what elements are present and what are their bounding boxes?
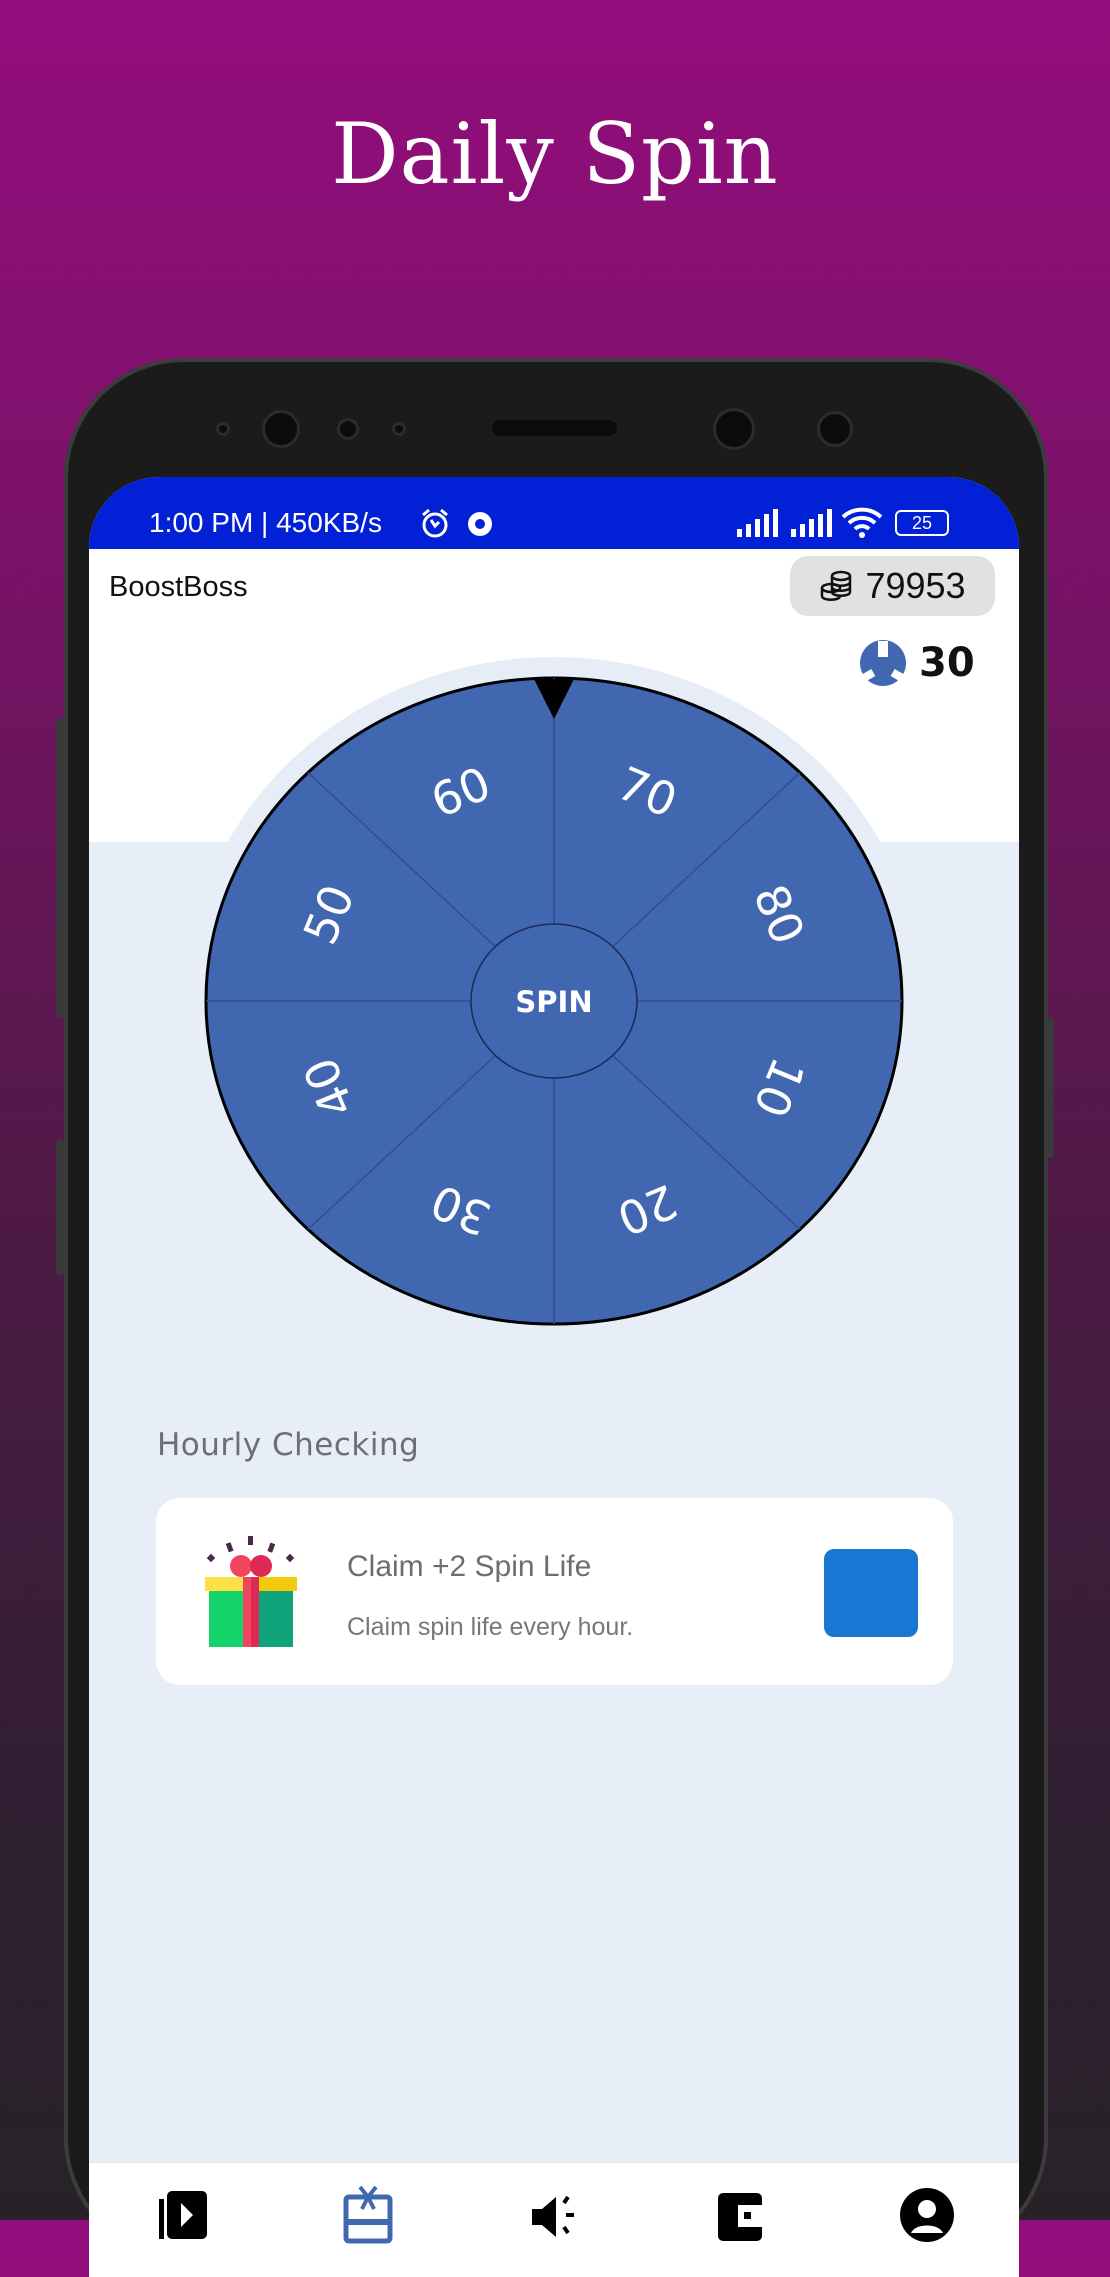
hourly-claim-card: Claim +2 Spin Life Claim spin life every… xyxy=(156,1498,953,1685)
sensor xyxy=(817,411,853,447)
nav-rewards[interactable] xyxy=(338,2185,398,2245)
app-screen: 1:00 PM | 450KB/s 25 BoostBoss 79953 30 … xyxy=(89,477,1019,2277)
wallet-icon xyxy=(718,2193,762,2241)
phone-side-button xyxy=(56,718,64,1018)
sensor xyxy=(216,422,230,436)
spin-wheel[interactable]: 7080102030405060 SPIN xyxy=(89,477,1019,1437)
nav-videos[interactable] xyxy=(153,2185,213,2245)
nav-wallet[interactable] xyxy=(710,2185,770,2245)
card-title: Claim +2 Spin Life xyxy=(347,1550,592,1583)
banner-title: Daily Spin xyxy=(331,105,779,203)
video-play-icon xyxy=(159,2191,207,2239)
card-subtitle: Claim spin life every hour. xyxy=(347,1613,634,1641)
gift-icon xyxy=(205,1536,297,1647)
claim-button[interactable] xyxy=(824,1549,918,1637)
sensor xyxy=(392,422,406,436)
speaker xyxy=(492,420,617,436)
front-camera xyxy=(713,408,755,450)
account-icon xyxy=(900,2188,954,2242)
spin-button-label[interactable]: SPIN xyxy=(515,985,592,1019)
gift-icon xyxy=(343,2185,393,2244)
nav-account[interactable] xyxy=(897,2185,957,2245)
nav-promote[interactable] xyxy=(524,2185,584,2245)
front-camera xyxy=(262,410,300,448)
sensor xyxy=(337,418,359,440)
megaphone-icon xyxy=(532,2195,574,2237)
phone-side-button xyxy=(56,1140,64,1275)
section-title: Hourly Checking xyxy=(157,1427,420,1463)
